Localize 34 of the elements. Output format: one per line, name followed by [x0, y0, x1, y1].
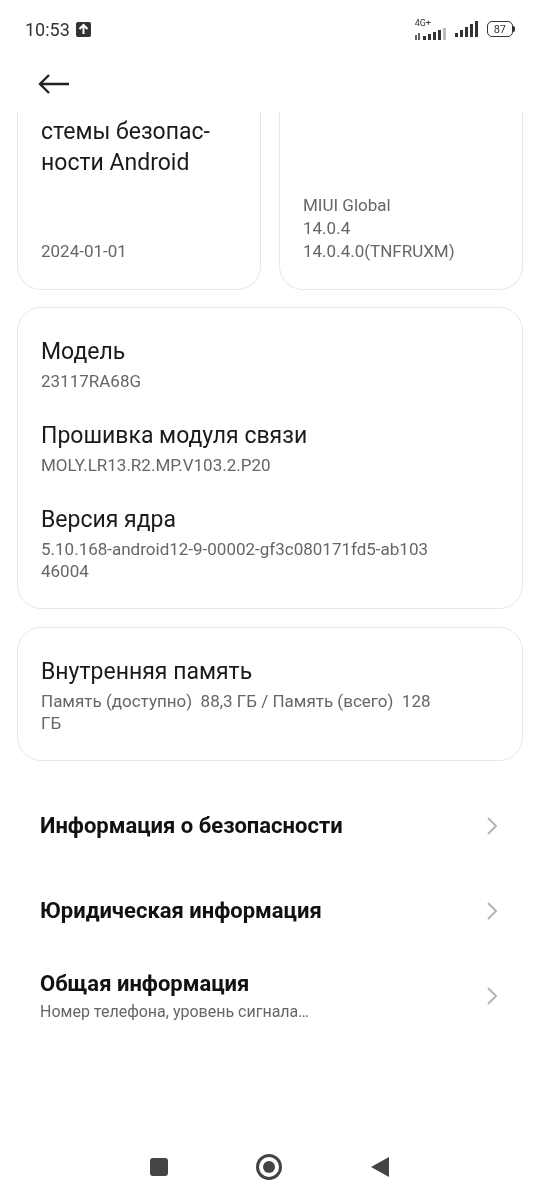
item-label: Внутренняя память: [41, 658, 254, 686]
network-type: 4G+: [414, 18, 431, 28]
info-card[interactable]: MIUI Global 14.0.4 14.0.4.0(TNFRUXM): [279, 112, 523, 290]
menu-item[interactable]: Информация о безопасности: [0, 783, 540, 868]
item-label: Прошивка модуля связи: [41, 422, 309, 450]
upload-icon: [75, 21, 91, 37]
item-label: Модель: [41, 338, 127, 366]
menu-label: Информация о безопасности: [40, 811, 343, 840]
chevron-right-icon: [486, 900, 498, 921]
chevron-right-icon: [486, 815, 498, 836]
card-value: 2024-01-01: [41, 240, 128, 263]
home-button[interactable]: [256, 1154, 282, 1180]
chevron-right-icon: [486, 985, 498, 1006]
signal-icon: [454, 21, 479, 37]
back-arrow-icon[interactable]: [38, 74, 70, 94]
back-button[interactable]: [370, 1156, 390, 1178]
item-value: 5.10.168-android12-9-00002-gf3c080171fd5-ab103 46004: [41, 538, 429, 582]
menu-item[interactable]: Юридическая информация: [0, 868, 540, 953]
card-value: MIUI Global 14.0.4 14.0.4.0(TNFRUXM): [303, 194, 456, 263]
battery-icon: 87: [486, 21, 515, 37]
item-value: Память (доступно) 88,3 ГБ / Память (всего) 128 ГБ: [41, 690, 432, 734]
status-time: 10:53: [25, 17, 70, 42]
signal-icon: [414, 27, 447, 40]
menu-item[interactable]: Общая информация Номер телефона, уровень сигнала…: [0, 953, 540, 1038]
info-card[interactable]: стемы безопас- ности Android 2024-01-01: [17, 112, 261, 290]
menu-label: Юридическая информация: [40, 896, 322, 925]
recents-button[interactable]: [150, 1158, 168, 1176]
storage-card[interactable]: Внутренняя память Память (доступно) 88,3 ГБ / Память (всего) 128 ГБ: [17, 627, 523, 761]
item-label: Версия ядра: [41, 506, 177, 534]
menu-subtitle: Номер телефона, уровень сигнала…: [40, 1001, 310, 1022]
menu-label: Общая информация: [40, 969, 251, 998]
item-value: 23117RA68G: [41, 370, 143, 392]
item-value: MOLY.LR13.R2.MP.V103.2.P20: [41, 454, 272, 476]
card-title: стемы безопас- ности Android: [41, 117, 211, 178]
